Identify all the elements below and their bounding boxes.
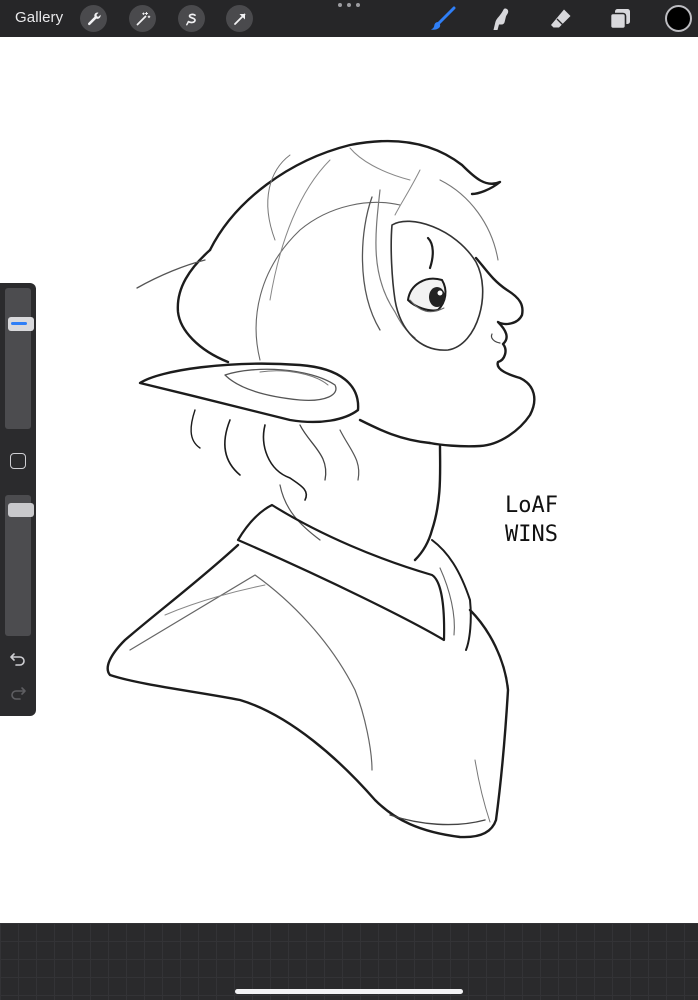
left-sidebar	[0, 283, 36, 716]
elf-sketch-illustration: LoAF WINS	[106, 139, 558, 839]
brush-size-slider[interactable]	[5, 288, 34, 429]
transform-arrow-icon	[233, 13, 245, 25]
top-toolbar: Gallery	[0, 0, 698, 37]
dot	[347, 3, 351, 7]
adjustments-wand-button[interactable]	[129, 5, 156, 32]
smudge-icon[interactable]	[489, 6, 515, 32]
redo-icon[interactable]	[9, 685, 27, 701]
undo-icon[interactable]	[9, 651, 27, 667]
brush-size-handle[interactable]	[8, 317, 34, 331]
magic-wand-icon	[136, 11, 150, 25]
opacity-slider[interactable]	[5, 495, 34, 636]
modify-square-icon[interactable]	[10, 453, 26, 469]
actions-wrench-button[interactable]	[80, 5, 107, 32]
more-dots-handle[interactable]	[338, 3, 360, 11]
wrench-icon	[87, 12, 101, 25]
selection-button[interactable]	[178, 5, 205, 32]
gallery-button[interactable]: Gallery	[15, 9, 63, 26]
transform-button[interactable]	[226, 5, 253, 32]
opacity-handle[interactable]	[8, 503, 34, 517]
drawing-canvas[interactable]: LoAF WINS	[0, 37, 698, 923]
signature-line-1: LoAF	[505, 493, 558, 518]
dot	[338, 3, 342, 7]
brush-icon[interactable]	[430, 6, 456, 32]
layers-icon[interactable]	[607, 6, 633, 32]
color-swatch-button[interactable]	[665, 5, 692, 32]
eraser-icon[interactable]	[548, 6, 574, 32]
home-indicator[interactable]	[235, 989, 463, 994]
selection-icon	[185, 13, 196, 25]
dot	[356, 3, 360, 7]
signature-line-2: WINS	[505, 522, 558, 547]
